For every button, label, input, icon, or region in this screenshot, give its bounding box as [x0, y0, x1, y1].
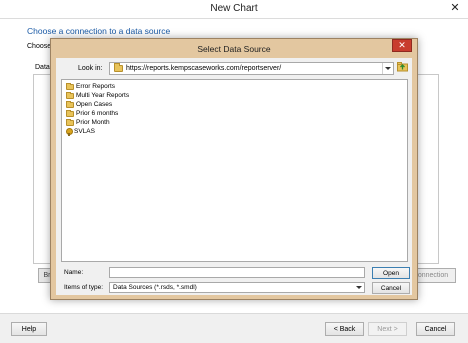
help-button[interactable]: Help	[11, 322, 47, 336]
dialog-content: Look in: https://reports.kempscaseworks.…	[56, 58, 412, 295]
next-button[interactable]: Next >	[368, 322, 407, 336]
list-item-label: SVLAS	[74, 128, 95, 135]
name-label: Name:	[64, 269, 84, 276]
folder-icon	[66, 118, 74, 126]
look-in-label: Look in:	[78, 65, 103, 72]
list-item-label: Open Cases	[76, 101, 113, 108]
look-in-value: https://reports.kempscaseworks.com/repor…	[126, 65, 282, 72]
name-input[interactable]	[109, 267, 365, 278]
list-item-label: Multi Year Reports	[76, 92, 130, 99]
items-of-type-value: Data Sources (*.rsds, *.smdl)	[113, 284, 197, 291]
list-item[interactable]: Prior Month	[66, 118, 110, 127]
wizard-heading: Choose a connection to a data source	[27, 26, 171, 36]
list-item[interactable]: Prior 6 months	[66, 109, 118, 118]
folder-icon	[114, 63, 123, 72]
data-source-icon	[66, 127, 73, 136]
folder-icon	[66, 91, 74, 99]
window-close-icon[interactable]: ✕	[444, 0, 466, 15]
window-titlebar: New Chart ✕	[0, 0, 468, 19]
items-of-type-select[interactable]: Data Sources (*.rsds, *.smdl)	[109, 282, 365, 293]
list-item-label: Error Reports	[76, 83, 116, 90]
folder-icon	[66, 82, 74, 90]
open-button[interactable]: Open	[372, 267, 410, 279]
dialog-cancel-button[interactable]: Cancel	[372, 282, 410, 294]
folder-icon	[66, 100, 74, 108]
up-one-level-button[interactable]	[397, 61, 408, 72]
look-in-combobox[interactable]: https://reports.kempscaseworks.com/repor…	[109, 62, 394, 75]
list-item[interactable]: Multi Year Reports	[66, 91, 129, 100]
list-item[interactable]: SVLAS	[66, 127, 95, 136]
chevron-down-icon[interactable]	[354, 283, 364, 292]
list-item[interactable]: Error Reports	[66, 82, 115, 91]
folder-up-icon	[397, 62, 408, 72]
select-data-source-dialog: Select Data Source ✕ Look in: https://re…	[50, 38, 418, 300]
list-item-label: Prior Month	[76, 119, 110, 126]
list-item-label: Prior 6 months	[76, 110, 119, 117]
cancel-button[interactable]: Cancel	[416, 322, 455, 336]
file-list[interactable]: Error Reports Multi Year Reports Open Ca…	[61, 79, 408, 262]
dialog-title: Select Data Source	[197, 44, 271, 54]
wizard-footer: Help < Back Next > Cancel	[0, 313, 468, 343]
list-item[interactable]: Open Cases	[66, 100, 112, 109]
items-of-type-label: Items of type:	[64, 284, 104, 291]
chevron-down-icon[interactable]	[382, 63, 393, 74]
dialog-close-icon[interactable]: ✕	[392, 39, 412, 52]
back-button[interactable]: < Back	[325, 322, 364, 336]
window-title: New Chart	[210, 3, 258, 14]
folder-icon	[66, 109, 74, 117]
